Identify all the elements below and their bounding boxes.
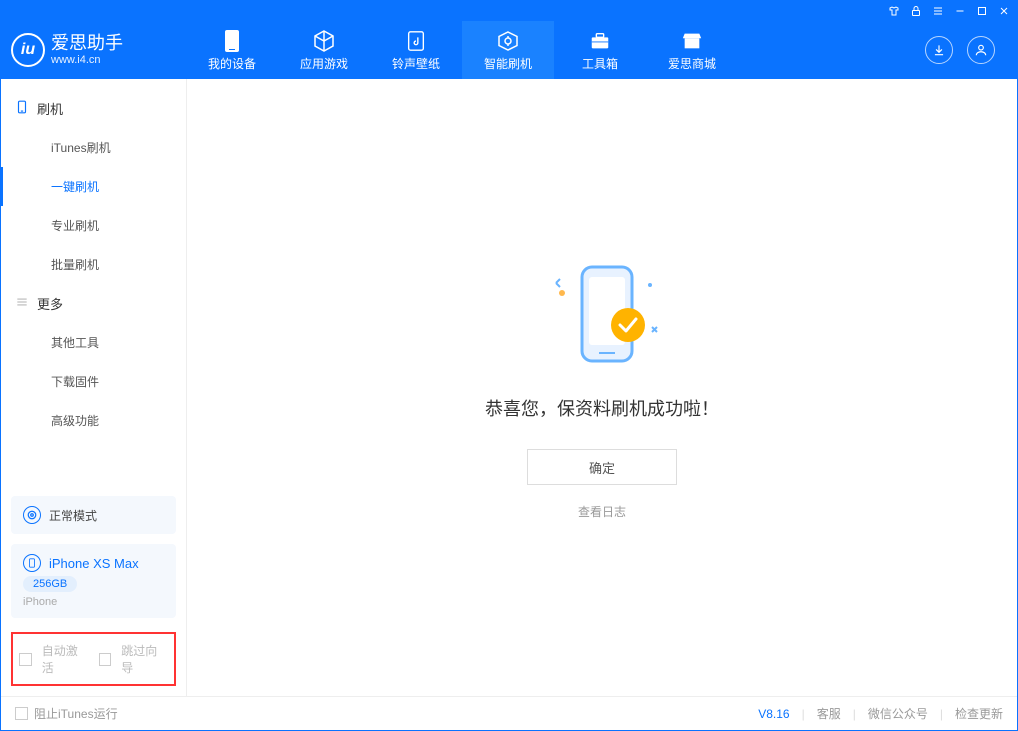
phone-icon (15, 100, 29, 117)
tab-store[interactable]: 爱思商城 (646, 21, 738, 79)
device-type: iPhone (23, 596, 164, 608)
sidebar-item-batch-flash[interactable]: 批量刷机 (1, 245, 186, 284)
toolbox-icon (588, 29, 612, 53)
lock-icon[interactable] (909, 4, 923, 18)
tab-label: 工具箱 (582, 55, 618, 72)
checkbox-skip-wizard[interactable] (99, 653, 112, 666)
tab-label: 应用游戏 (300, 55, 348, 72)
app-window: iu 爱思助手 www.i4.cn 我的设备 应用游戏 铃声壁纸 智能刷机 (0, 0, 1018, 731)
sidebar-item-oneclick-flash[interactable]: 一键刷机 (1, 167, 186, 206)
checkbox-block-itunes[interactable] (15, 707, 28, 720)
device-name: iPhone XS Max (49, 556, 139, 571)
block-itunes-label: 阻止iTunes运行 (34, 705, 118, 722)
device-info-card[interactable]: iPhone XS Max 256GB iPhone (11, 544, 176, 618)
titlebar (1, 1, 1017, 21)
store-icon (680, 29, 704, 53)
sidebar-group-more: 更多 (1, 284, 186, 323)
footer-block-itunes[interactable]: 阻止iTunes运行 (15, 705, 118, 722)
phone-small-icon (23, 554, 41, 572)
footer: 阻止iTunes运行 V8.16 | 客服 | 微信公众号 | 检查更新 (1, 696, 1017, 730)
sidebar-item-other-tools[interactable]: 其他工具 (1, 323, 186, 362)
device-icon (220, 29, 244, 53)
check-update-link[interactable]: 检查更新 (955, 705, 1003, 722)
app-name: 爱思助手 (51, 34, 123, 54)
tab-label: 智能刷机 (484, 55, 532, 72)
confirm-button[interactable]: 确定 (527, 449, 677, 485)
option-auto-activate-label: 自动激活 (42, 642, 89, 676)
device-storage: 256GB (23, 576, 77, 592)
tab-toolbox[interactable]: 工具箱 (554, 21, 646, 79)
sidebar-group-flash: 刷机 (1, 89, 186, 128)
option-skip-wizard-label: 跳过向导 (121, 642, 168, 676)
sidebar-item-advanced[interactable]: 高级功能 (1, 401, 186, 440)
tab-my-device[interactable]: 我的设备 (186, 21, 278, 79)
tab-label: 爱思商城 (668, 55, 716, 72)
cube-icon (312, 29, 336, 53)
tab-flash[interactable]: 智能刷机 (462, 21, 554, 79)
close-icon[interactable] (997, 4, 1011, 18)
user-icon[interactable] (967, 36, 995, 64)
header-actions (925, 36, 1007, 64)
sidebar-item-itunes-flash[interactable]: iTunes刷机 (1, 128, 186, 167)
success-message: 恭喜您，保资料刷机成功啦！ (485, 395, 719, 421)
logo-icon: iu (11, 33, 45, 67)
device-mode-card[interactable]: 正常模式 (11, 496, 176, 534)
sidebar-group-title: 刷机 (37, 99, 63, 118)
music-icon (404, 29, 428, 53)
wechat-link[interactable]: 微信公众号 (868, 705, 928, 722)
tab-ringtones[interactable]: 铃声壁纸 (370, 21, 462, 79)
view-log-link[interactable]: 查看日志 (578, 503, 626, 520)
options-box: 自动激活 跳过向导 (11, 632, 176, 686)
download-icon[interactable] (925, 36, 953, 64)
sidebar-item-download-firmware[interactable]: 下载固件 (1, 362, 186, 401)
body: 刷机 iTunes刷机 一键刷机 专业刷机 批量刷机 更多 其他工具 下载固件 … (1, 79, 1017, 696)
sidebar-group-title: 更多 (37, 294, 63, 313)
menu-icon[interactable] (931, 4, 945, 18)
version-label: V8.16 (758, 707, 789, 721)
checkbox-auto-activate[interactable] (19, 653, 32, 666)
app-url: www.i4.cn (51, 54, 123, 66)
list-icon (15, 295, 29, 312)
logo: iu 爱思助手 www.i4.cn (11, 33, 186, 67)
support-link[interactable]: 客服 (817, 705, 841, 722)
maximize-icon[interactable] (975, 4, 989, 18)
sidebar-item-pro-flash[interactable]: 专业刷机 (1, 206, 186, 245)
device-mode-label: 正常模式 (49, 507, 97, 524)
footer-right: V8.16 | 客服 | 微信公众号 | 检查更新 (758, 705, 1003, 722)
tab-label: 我的设备 (208, 55, 256, 72)
tab-label: 铃声壁纸 (392, 55, 440, 72)
refresh-icon (496, 29, 520, 53)
nav-tabs: 我的设备 应用游戏 铃声壁纸 智能刷机 工具箱 爱思商城 (186, 21, 738, 79)
shirt-icon[interactable] (887, 4, 901, 18)
header: iu 爱思助手 www.i4.cn 我的设备 应用游戏 铃声壁纸 智能刷机 (1, 21, 1017, 79)
minimize-icon[interactable] (953, 4, 967, 18)
success-illustration (532, 255, 672, 375)
tab-apps[interactable]: 应用游戏 (278, 21, 370, 79)
sidebar: 刷机 iTunes刷机 一键刷机 专业刷机 批量刷机 更多 其他工具 下载固件 … (1, 79, 187, 696)
main-content: 恭喜您，保资料刷机成功啦！ 确定 查看日志 (187, 79, 1017, 696)
mode-icon (23, 506, 41, 524)
